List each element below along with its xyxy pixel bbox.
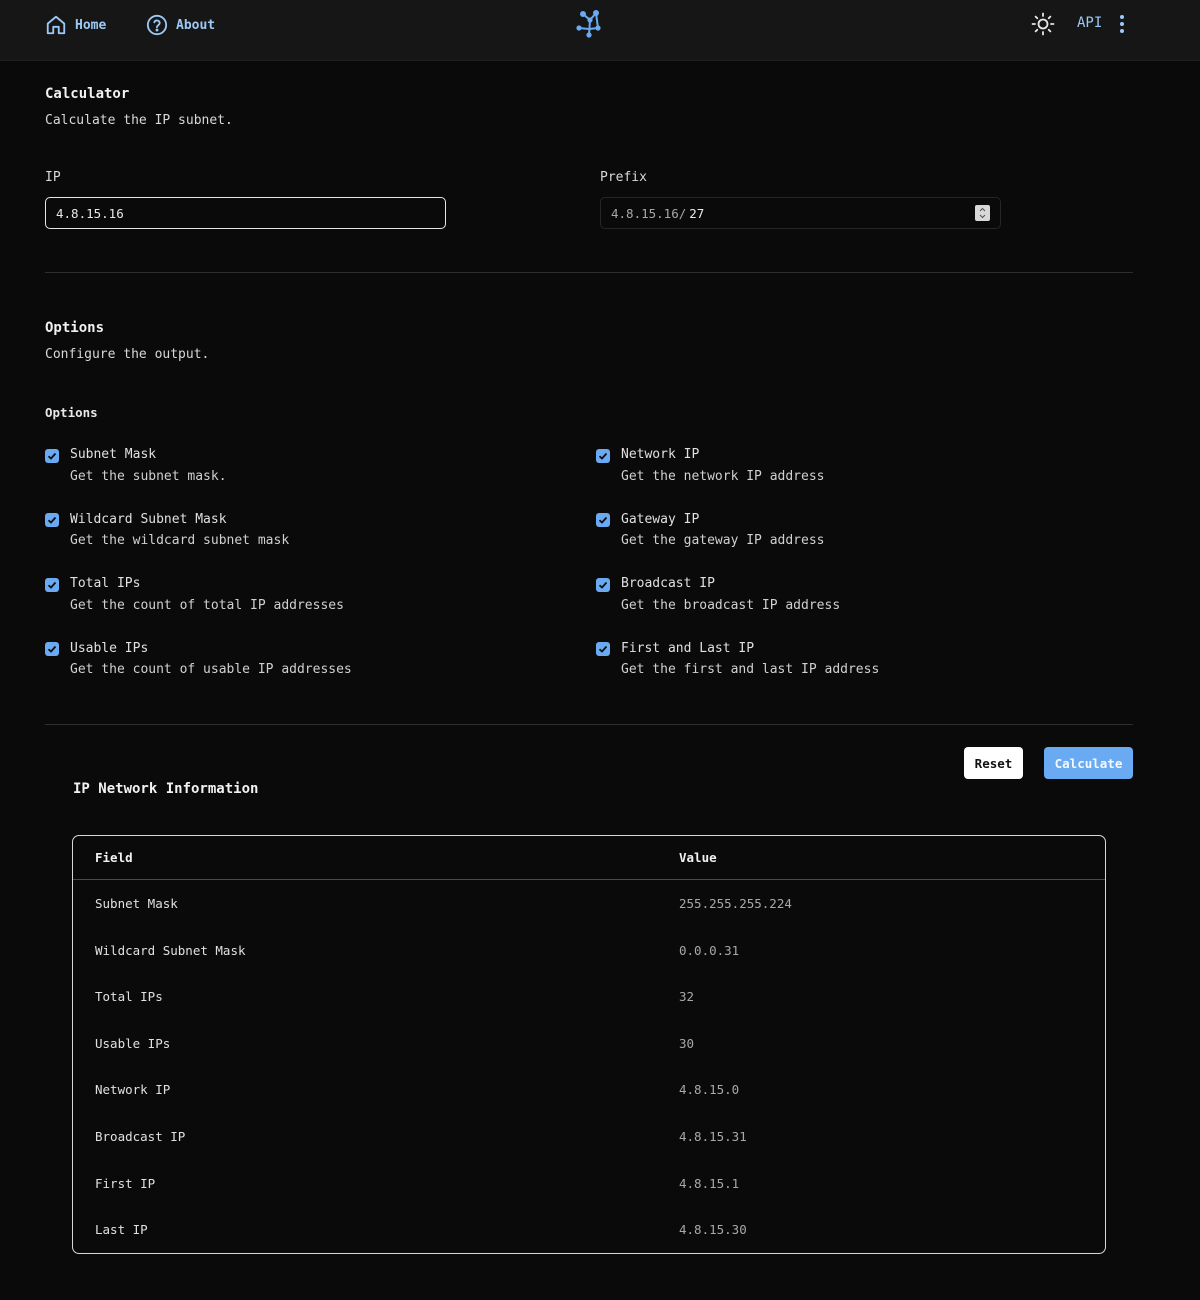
row-field: First IP	[95, 1176, 156, 1191]
check-icon	[598, 581, 608, 589]
column-header-value: Value	[679, 850, 717, 865]
prefix-input[interactable]	[686, 205, 747, 221]
stepper-arrows-icon	[979, 207, 986, 219]
first-last-ip-option-desc: Get the first and last IP address	[621, 662, 880, 677]
row-field: Broadcast IP	[95, 1129, 186, 1144]
subnet-mask-option-label: Subnet Mask	[70, 447, 157, 462]
total-ips-checkbox[interactable]	[45, 578, 59, 592]
prefix-label: Prefix	[600, 170, 647, 185]
check-icon	[47, 645, 57, 653]
broadcast-ip-option-label: Broadcast IP	[621, 576, 715, 591]
usable-ips-checkbox[interactable]	[45, 642, 59, 656]
section-divider	[45, 272, 1133, 273]
total-ips-option-desc: Get the count of total IP addresses	[70, 598, 344, 613]
broadcast-ip-option-desc: Get the broadcast IP address	[621, 598, 841, 613]
row-value: 255.255.255.224	[679, 896, 792, 911]
nav-api-link[interactable]: API	[1077, 15, 1102, 31]
wildcard-mask-option-desc: Get the wildcard subnet mask	[70, 533, 290, 548]
gateway-ip-option-desc: Get the gateway IP address	[621, 533, 825, 548]
more-vertical-icon[interactable]	[1114, 13, 1130, 35]
gateway-ip-checkbox[interactable]	[596, 513, 610, 527]
usable-ips-option-desc: Get the count of usable IP addresses	[70, 662, 352, 677]
options-title: Options	[45, 320, 105, 336]
section-divider	[45, 724, 1133, 725]
row-value: 4.8.15.0	[679, 1082, 740, 1097]
row-field: Wildcard Subnet Mask	[95, 943, 246, 958]
network-logo-icon[interactable]	[574, 8, 604, 40]
row-field: Subnet Mask	[95, 896, 178, 911]
top-navbar: Home About API	[0, 0, 1200, 61]
nav-home-link[interactable]: Home	[45, 12, 106, 38]
prefix-field: 4.8.15.16/	[600, 197, 1001, 229]
usable-ips-option-label: Usable IPs	[70, 641, 149, 656]
row-value: 30	[679, 1036, 695, 1051]
row-field: Last IP	[95, 1222, 148, 1237]
check-icon	[47, 452, 57, 460]
total-ips-option-label: Total IPs	[70, 576, 141, 591]
wildcard-mask-checkbox[interactable]	[45, 513, 59, 527]
calculate-button[interactable]: Calculate	[1044, 747, 1133, 779]
network-ip-option-desc: Get the network IP address	[621, 469, 825, 484]
first-last-ip-checkbox[interactable]	[596, 642, 610, 656]
check-icon	[598, 452, 608, 460]
help-circle-icon	[146, 14, 168, 36]
home-icon	[46, 15, 66, 35]
nav-home-label: Home	[75, 17, 107, 33]
gateway-ip-option-label: Gateway IP	[621, 512, 700, 527]
nav-about-link[interactable]: About	[146, 12, 215, 38]
network-ip-option-label: Network IP	[621, 447, 700, 462]
row-value: 32	[679, 989, 695, 1004]
row-value: 0.0.0.31	[679, 943, 740, 958]
broadcast-ip-checkbox[interactable]	[596, 578, 610, 592]
ip-input[interactable]	[45, 197, 446, 229]
row-value: 4.8.15.1	[679, 1176, 740, 1191]
subnet-mask-checkbox[interactable]	[45, 449, 59, 463]
calculator-subtitle: Calculate the IP subnet.	[45, 113, 233, 128]
row-value: 4.8.15.31	[679, 1129, 747, 1144]
row-field: Total IPs	[95, 989, 163, 1004]
ip-label: IP	[45, 170, 61, 185]
prefix-stepper[interactable]	[975, 205, 990, 221]
row-field: Network IP	[95, 1082, 171, 1097]
network-ip-checkbox[interactable]	[596, 449, 610, 463]
results-table: Field Value Subnet Mask 255.255.255.224 …	[72, 835, 1106, 1254]
calculator-title: Calculator	[45, 86, 130, 102]
subnet-mask-option-desc: Get the subnet mask.	[70, 469, 227, 484]
table-header: Field Value	[73, 836, 1105, 880]
wildcard-mask-option-label: Wildcard Subnet Mask	[70, 512, 227, 527]
check-icon	[47, 516, 57, 524]
row-field: Usable IPs	[95, 1036, 171, 1051]
row-value: 4.8.15.30	[679, 1222, 747, 1237]
first-last-ip-option-label: First and Last IP	[621, 641, 755, 656]
reset-button[interactable]: Reset	[964, 747, 1023, 779]
check-icon	[47, 581, 57, 589]
column-header-field: Field	[95, 850, 133, 865]
options-subtitle: Configure the output.	[45, 347, 210, 362]
nav-about-label: About	[176, 17, 216, 33]
results-title: IP Network Information	[73, 781, 259, 797]
check-icon	[598, 516, 608, 524]
sun-theme-toggle-icon[interactable]	[1031, 12, 1055, 36]
check-icon	[598, 645, 608, 653]
options-group-label: Options	[45, 405, 98, 420]
prefix-ip-text: 4.8.15.16/	[611, 205, 687, 221]
